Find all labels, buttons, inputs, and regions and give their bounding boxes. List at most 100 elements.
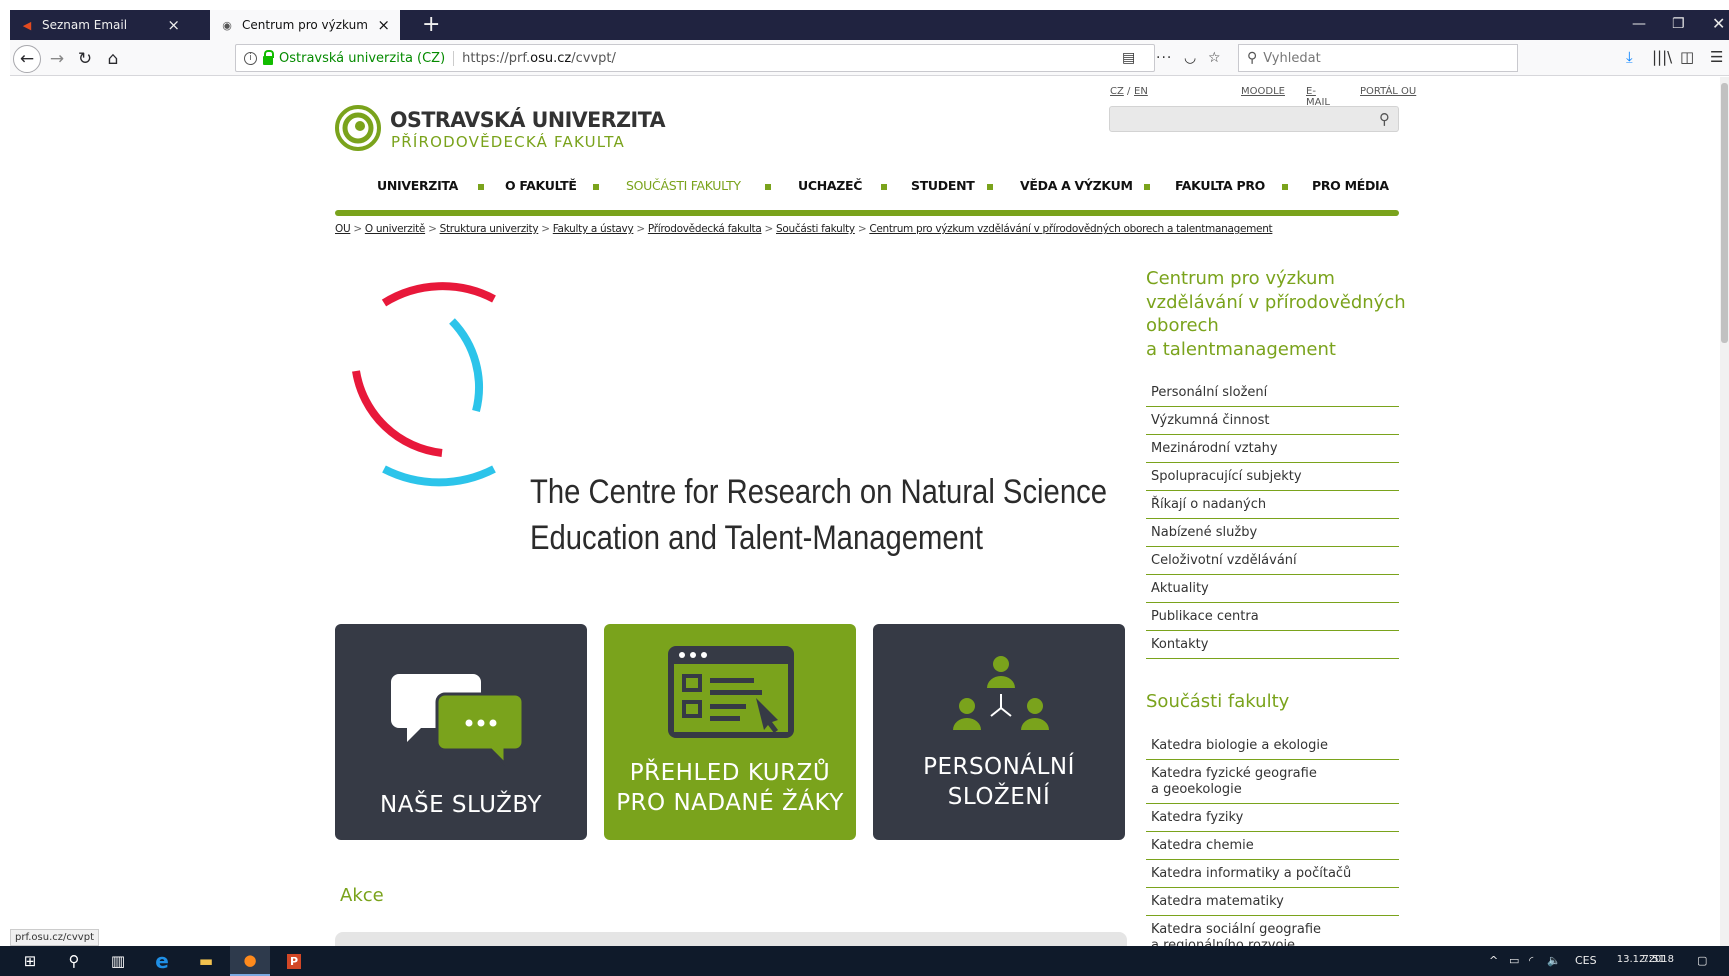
start-button[interactable]: ⊞: [10, 946, 50, 976]
sidebar-item-publikace-centra[interactable]: Publikace centra: [1146, 603, 1399, 631]
breadcrumb-link[interactable]: Struktura univerzity: [440, 223, 539, 235]
site-search-input[interactable]: ⚲: [1109, 106, 1399, 132]
sidebar-title-line: a talentmanagement: [1146, 338, 1336, 360]
sidebar-title[interactable]: Centrum pro výzkum vzdělávání v přírodov…: [1146, 267, 1406, 361]
taskbar-edge[interactable]: e: [142, 946, 182, 976]
faculty-menu: Katedra biologie a ekologie Katedra fyzi…: [1146, 732, 1399, 946]
forward-button[interactable]: →: [43, 45, 71, 73]
breadcrumb-separator: >: [857, 223, 867, 235]
faculty-item-informatiky[interactable]: Katedra informatiky a počítačů: [1146, 860, 1399, 888]
tile-prehled-kurzu[interactable]: PŘEHLED KURZŮ PRO NADANÉ ŽÁKY: [604, 624, 856, 840]
sidebar-item-aktuality[interactable]: Aktuality: [1146, 575, 1399, 603]
section-title-akce: Akce: [340, 885, 384, 906]
site-identity[interactable]: Ostravská univerzita (CZ): [279, 50, 455, 66]
faculty-item-fyziky[interactable]: Katedra fyziky: [1146, 804, 1399, 832]
tab-cvvpt[interactable]: ◉ Centrum pro výzkum vzdělávání ×: [210, 10, 400, 40]
arrow-right-icon: →: [49, 49, 65, 69]
close-tab-icon[interactable]: ×: [377, 16, 390, 34]
taskbar-explorer[interactable]: ▬: [186, 946, 226, 976]
faculty-item-label: Katedra fyziky: [1151, 810, 1244, 825]
address-bar[interactable]: i Ostravská univerzita (CZ) https://prf.…: [235, 44, 1221, 72]
breadcrumb-link[interactable]: OU: [335, 223, 351, 235]
checklist-window-icon: [668, 646, 794, 738]
back-button[interactable]: ←: [13, 45, 41, 73]
faculty-item-label: Katedra matematiky: [1151, 894, 1284, 909]
minimize-icon[interactable]: —: [1632, 16, 1646, 32]
taskbar-powerpoint[interactable]: P: [274, 946, 314, 976]
menu-item-student[interactable]: STUDENT: [911, 178, 975, 193]
page-scrollbar[interactable]: [1720, 77, 1729, 946]
menu-item-pro-media[interactable]: PRO MÉDIA: [1312, 178, 1389, 193]
faculty-item-biologie[interactable]: Katedra biologie a ekologie: [1146, 732, 1399, 760]
clock-date[interactable]: 13.12.2018: [1617, 954, 1674, 965]
main-menu: UNIVERZITA O FAKULTĚ SOUČÁSTI FAKULTY UC…: [335, 178, 1399, 200]
faculty-item-socialni-geografie[interactable]: Katedra sociální geografie a regionálního…: [1146, 916, 1399, 946]
restore-icon[interactable]: ❐: [1672, 16, 1685, 32]
volume-icon[interactable]: 🔈: [1547, 954, 1561, 967]
menu-item-fakulta-pro[interactable]: FAKULTA PRO: [1175, 178, 1265, 193]
search-icon[interactable]: ⚲: [1379, 110, 1390, 128]
close-window-icon[interactable]: ✕: [1712, 14, 1725, 33]
page-actions-icon[interactable]: ···: [1156, 50, 1172, 66]
lang-en-link[interactable]: EN: [1134, 86, 1148, 97]
breadcrumb-link[interactable]: Centrum pro výzkum vzdělávání v přírodov…: [869, 223, 1272, 235]
sidebar-item-nabizene-sluzby[interactable]: Nabízené služby: [1146, 519, 1399, 547]
scrollbar-thumb[interactable]: [1721, 83, 1728, 343]
faculty-item-chemie[interactable]: Katedra chemie: [1146, 832, 1399, 860]
reload-button[interactable]: ↻: [71, 45, 99, 73]
sidebar-menu: Personální složení Výzkumná činnost Mezi…: [1146, 379, 1399, 659]
task-view-button[interactable]: ▥: [98, 946, 138, 976]
menu-item-veda-a-vyzkum[interactable]: VĚDA A VÝZKUM: [1020, 178, 1133, 193]
search-button[interactable]: ⚲: [54, 946, 94, 976]
tile-personalni-slozeni[interactable]: PERSONÁLNÍ SLOŽENÍ: [873, 624, 1125, 840]
portal-link[interactable]: PORTÁL OU: [1360, 86, 1416, 97]
sidebar-item-kontakty[interactable]: Kontakty: [1146, 631, 1399, 659]
menu-item-uchazec[interactable]: UCHAZEČ: [798, 178, 862, 193]
sidebar-item-mezinarodni-vztahy[interactable]: Mezinárodní vztahy: [1146, 435, 1399, 463]
hero-line-1: The Centre for Research on Natural Scien…: [530, 473, 1107, 511]
sidebar-item-personalni-slozeni[interactable]: Personální složení: [1146, 379, 1399, 407]
close-tab-icon[interactable]: ×: [167, 16, 180, 34]
sidebar-icon[interactable]: ◫: [1680, 48, 1694, 66]
breadcrumb-link[interactable]: Fakulty a ústavy: [553, 223, 634, 235]
search-icon: ⚲: [68, 952, 80, 970]
info-icon[interactable]: i: [244, 51, 257, 65]
reader-view-icon[interactable]: ▤: [1122, 50, 1135, 66]
menu-item-o-fakulte[interactable]: O FAKULTĚ: [505, 178, 577, 193]
battery-icon[interactable]: ▭: [1509, 954, 1519, 967]
new-tab-button[interactable]: +: [422, 12, 440, 38]
tile-nase-sluzby[interactable]: NAŠE SLUŽBY: [335, 624, 587, 840]
library-icon[interactable]: |||\: [1652, 48, 1672, 66]
moodle-link[interactable]: MOODLE: [1241, 86, 1285, 97]
wifi-icon[interactable]: ◜: [1529, 954, 1533, 967]
lang-cz-link[interactable]: CZ: [1110, 86, 1124, 97]
bookmark-star-icon[interactable]: ☆: [1208, 50, 1221, 66]
firefox-icon: ●: [243, 951, 257, 969]
menu-item-univerzita[interactable]: UNIVERZITA: [377, 178, 458, 193]
sidebar-item-celozivotni-vzdelavani[interactable]: Celoživotní vzdělávání: [1146, 547, 1399, 575]
input-language[interactable]: CES: [1575, 954, 1597, 967]
faculty-item-fyzicke-geografie[interactable]: Katedra fyzické geografie a geoekologie: [1146, 760, 1399, 804]
download-icon[interactable]: ⤓: [1626, 48, 1633, 66]
taskbar-firefox[interactable]: ●: [230, 946, 270, 976]
email-link[interactable]: E-MAIL: [1306, 86, 1330, 108]
breadcrumb-link[interactable]: O univerzitě: [365, 223, 426, 235]
sidebar-item-vyzkumna-cinnost[interactable]: Výzkumná činnost: [1146, 407, 1399, 435]
menu-item-soucasti-fakulty[interactable]: SOUČÁSTI FAKULTY: [626, 178, 741, 193]
edge-icon: e: [155, 949, 169, 973]
notification-icon[interactable]: ▢: [1697, 954, 1707, 967]
sidebar-item-spolupracujici-subjekty[interactable]: Spolupracující subjekty: [1146, 463, 1399, 491]
breadcrumb-link[interactable]: Přírodovědecká fakulta: [648, 223, 762, 235]
pocket-icon[interactable]: ◡: [1184, 50, 1196, 66]
breadcrumb-link[interactable]: Součásti fakulty: [776, 223, 855, 235]
url-text[interactable]: https://prf.osu.cz/cvvpt/: [462, 51, 616, 66]
browser-search-input[interactable]: ⚲ Vyhledat: [1238, 44, 1518, 72]
university-logo[interactable]: OSTRAVSKÁ UNIVERZITA PŘÍRODOVĚDECKÁ FAKU…: [335, 105, 666, 155]
tab-seznam[interactable]: ◀ Seznam Email ×: [10, 10, 190, 40]
sidebar-item-rikaji-o-nadanych[interactable]: Říkají o nadaných: [1146, 491, 1399, 519]
home-button[interactable]: ⌂: [99, 45, 127, 73]
menu-icon[interactable]: ☰: [1710, 48, 1723, 66]
faculty-item-matematiky[interactable]: Katedra matematiky: [1146, 888, 1399, 916]
chevron-up-icon[interactable]: ^: [1489, 954, 1498, 967]
breadcrumb-separator: >: [353, 223, 362, 235]
